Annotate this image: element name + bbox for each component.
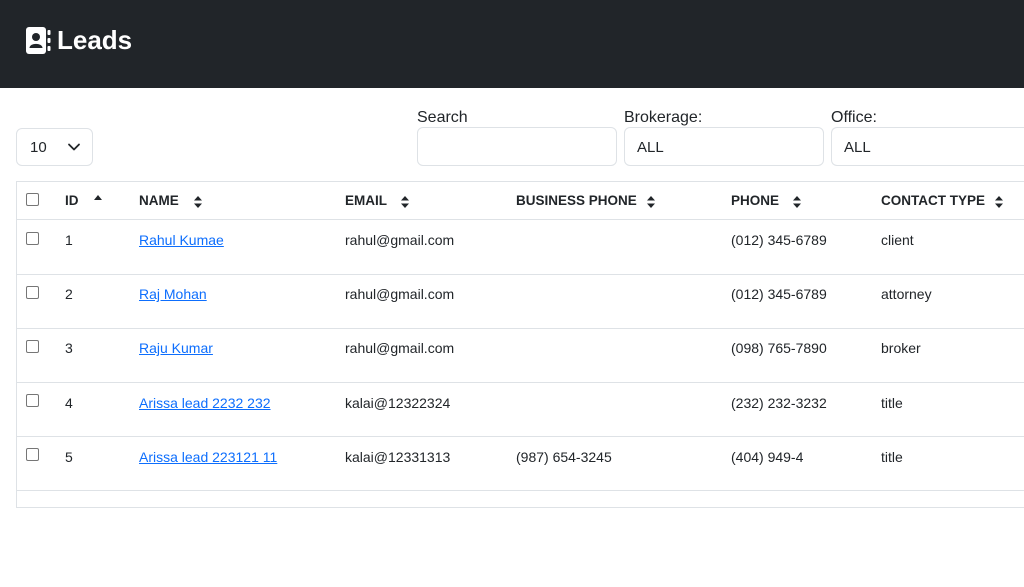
lead-name-link[interactable]: Raj Mohan [139,285,207,303]
leads-table: ID NAME EMAIL BUSINESS PHONE PHONE CONTA… [16,181,1024,508]
page-size-value: 10 [30,139,47,156]
chevron-down-icon [68,143,80,151]
column-header-email[interactable]: EMAIL [345,192,409,210]
cell-id: 2 [65,286,73,302]
row-checkbox[interactable] [26,394,39,407]
office-label: Office: [831,109,877,126]
table-row: 1 Rahul Kumae rahul@gmail.com (012) 345-… [17,220,1024,275]
cell-phone: (012) 345-6789 [731,286,827,302]
table-row: 2 Raj Mohan rahul@gmail.com (012) 345-67… [17,274,1024,329]
brokerage-select[interactable]: ALL [624,127,824,166]
table-row: 5 Arissa lead 223121 11 kalai@12331313 (… [17,436,1024,491]
sort-icon [194,196,202,208]
office-select[interactable]: ALL [831,127,1024,166]
cell-email: rahul@gmail.com [345,232,455,248]
column-header-name[interactable]: NAME [139,192,202,210]
sort-icon [647,196,655,208]
page-size-select[interactable]: 10 [16,128,93,166]
sort-icon [793,196,801,208]
lead-name-link[interactable]: Rahul Kumae [139,231,224,249]
sort-ascending-icon [94,195,102,200]
cell-phone: (098) 765-7890 [731,340,827,356]
cell-phone: (404) 949-4 [731,449,804,465]
row-checkbox[interactable] [26,448,39,461]
cell-contact-type: title [881,449,903,465]
cell-phone: (232) 232-3232 [731,395,827,411]
column-header-contact-type[interactable]: CONTACT TYPE [881,192,1003,210]
cell-id: 1 [65,232,73,248]
select-all-checkbox[interactable] [26,193,39,206]
cell-phone: (012) 345-6789 [731,232,827,248]
lead-name-link[interactable]: Arissa lead 223121 11 [139,448,277,466]
cell-contact-type: attorney [881,286,932,302]
column-header-phone[interactable]: PHONE [731,192,801,210]
row-checkbox[interactable] [26,232,39,245]
cell-id: 3 [65,340,73,356]
brokerage-label: Brokerage: [624,109,703,126]
search-label: Search [417,109,468,126]
cell-email: kalai@12322324 [345,395,451,411]
app-header: Leads [0,0,1024,88]
column-header-business-phone[interactable]: BUSINESS PHONE [516,192,655,210]
lead-name-link[interactable]: Raju Kumar [139,339,213,357]
cell-email: rahul@gmail.com [345,340,455,356]
search-input[interactable] [417,127,617,166]
cell-email: rahul@gmail.com [345,286,455,302]
contact-book-icon [26,27,51,54]
sort-icon [401,196,409,208]
table-footer-row [17,491,1024,508]
table-row: 4 Arissa lead 2232 232 kalai@12322324 (2… [17,382,1024,437]
cell-id: 5 [65,449,73,465]
row-checkbox[interactable] [26,340,39,353]
cell-email: kalai@12331313 [345,449,451,465]
row-checkbox[interactable] [26,286,39,299]
table-header-row: ID NAME EMAIL BUSINESS PHONE PHONE CONTA… [17,182,1024,220]
column-header-id[interactable]: ID [65,192,102,210]
cell-business-phone: (987) 654-3245 [516,449,612,465]
lead-name-link[interactable]: Arissa lead 2232 232 [139,394,271,412]
cell-id: 4 [65,395,73,411]
sort-icon [995,196,1003,208]
cell-contact-type: title [881,395,903,411]
table-row: 3 Raju Kumar rahul@gmail.com (098) 765-7… [17,328,1024,383]
cell-contact-type: client [881,232,914,248]
cell-contact-type: broker [881,340,921,356]
page-title: Leads [57,25,133,55]
